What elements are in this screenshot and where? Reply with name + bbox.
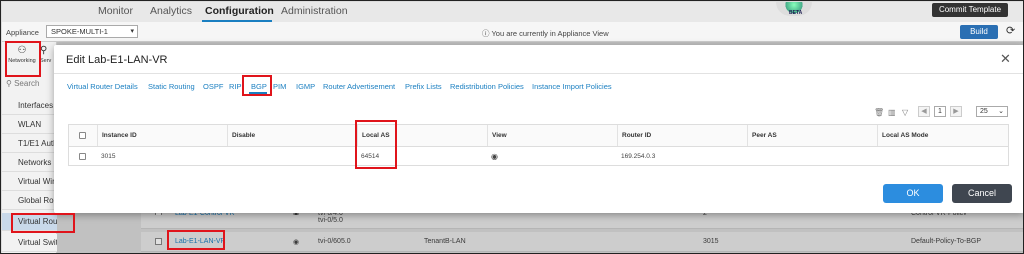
cell-peer-as	[747, 147, 877, 166]
previous-page-button[interactable]: ◀	[918, 106, 930, 117]
cancel-button[interactable]: Cancel	[952, 184, 1012, 203]
sidebar-item-virtual-wire[interactable]: Virtual Wir	[2, 173, 57, 191]
dialog-divider	[54, 73, 1023, 74]
tab-configuration[interactable]: Configuration	[205, 5, 274, 17]
highlight-local-as	[355, 120, 397, 169]
page-size-value: 25	[980, 108, 988, 115]
appliance-select[interactable]: SPOKE-MULTI-1 ▾	[46, 25, 138, 38]
cell-local-as-mode	[877, 147, 1008, 166]
highlight-networking	[5, 41, 41, 77]
tab-redistribution-policies[interactable]: Redistribution Policies	[450, 82, 524, 91]
chevron-down-icon: ⌄	[998, 108, 1004, 115]
build-button[interactable]: Build	[960, 25, 998, 39]
cell-router-id: 169.254.0.3	[621, 153, 656, 160]
next-page-button[interactable]: ▶	[950, 106, 962, 117]
row-select	[69, 147, 97, 166]
tab-analytics[interactable]: Analytics	[150, 5, 192, 17]
appliance-label: Appliance	[6, 28, 39, 37]
tab-rip[interactable]: RIP	[229, 82, 242, 91]
ok-button[interactable]: OK	[883, 184, 943, 203]
edit-virtual-router-dialog: Edit Lab-E1-LAN-VR ✕ Virtual Router Deta…	[54, 45, 1023, 213]
info-text: You are currently in Appliance View	[491, 29, 609, 38]
tab-virtual-router-details[interactable]: Virtual Router Details	[67, 82, 138, 91]
header-instance-id: Instance ID	[97, 125, 227, 146]
beta-badge: BETA	[789, 10, 803, 16]
tab-instance-import-policies[interactable]: Instance Import Policies	[532, 82, 612, 91]
dialog-title: Edit Lab-E1-LAN-VR	[66, 54, 168, 66]
highlight-virtual-routers	[11, 213, 75, 233]
header-select-all	[69, 125, 97, 146]
sidebar-item-t1e1[interactable]: T1/E1 Auth	[2, 135, 57, 153]
highlight-bgp-tab	[242, 75, 272, 96]
header-local-as-mode: Local AS Mode	[877, 125, 1008, 146]
services-label: Serv	[40, 58, 52, 64]
tab-prefix-lists[interactable]: Prefix Lists	[405, 82, 442, 91]
chevron-down-icon: ▾	[130, 28, 134, 35]
tab-router-advertisement[interactable]: Router Advertisement	[323, 82, 395, 91]
eye-icon[interactable]: ◉	[487, 147, 617, 166]
sidebar-search[interactable]: ⚲ Search	[4, 79, 56, 93]
screenshot-frame: Monitor Analytics Configuration Administ…	[0, 0, 1024, 254]
select-all-checkbox[interactable]	[79, 132, 86, 139]
columns-icon[interactable]: ▥	[888, 108, 896, 117]
current-page: 1	[934, 106, 946, 117]
header-peer-as: Peer AS	[747, 125, 877, 146]
tab-pim[interactable]: PIM	[273, 82, 286, 91]
instance-id-link[interactable]: 3015	[97, 147, 227, 166]
header-view: View	[487, 125, 617, 146]
commit-template-button[interactable]: Commit Template	[932, 3, 1008, 17]
table-row[interactable]: 3015 64514 ◉ 169.254.0.3	[69, 147, 1008, 166]
tab-igmp[interactable]: IGMP	[296, 82, 315, 91]
tab-ospf[interactable]: OSPF	[203, 82, 223, 91]
appliance-bar: Appliance SPOKE-MULTI-1 ▾ ⓘ You are curr…	[2, 22, 1023, 42]
appliance-view-info: ⓘ You are currently in Appliance View	[482, 28, 609, 39]
page-size-select[interactable]: 25 ⌄	[976, 106, 1008, 117]
header-disable: Disable	[227, 125, 357, 146]
top-navigation: Monitor Analytics Configuration Administ…	[2, 2, 1023, 22]
search-icon: ⚲	[6, 79, 15, 88]
table-header-row: Instance ID Disable Local AS View Router…	[69, 125, 1008, 147]
sidebar-item-interfaces[interactable]: Interfaces	[2, 97, 57, 115]
sidebar-item-networks[interactable]: Networks	[2, 154, 57, 172]
refresh-icon[interactable]: ⟳	[1006, 24, 1015, 37]
close-icon[interactable]: ✕	[1000, 51, 1011, 67]
sidebar-item-virtual-switches[interactable]: Virtual Switches	[2, 234, 57, 252]
filter-icon[interactable]: ▽	[902, 108, 908, 117]
tab-monitor[interactable]: Monitor	[98, 5, 133, 17]
sidebar-item-global-router[interactable]: Global Rou	[2, 192, 57, 210]
appliance-value: SPOKE-MULTI-1	[51, 27, 108, 36]
delete-icon[interactable]: 🗑	[874, 108, 884, 117]
bgp-instances-table: Instance ID Disable Local AS View Router…	[68, 124, 1009, 166]
header-router-id: Router ID	[617, 125, 747, 146]
cell-disable	[227, 147, 357, 166]
sidebar-item-wlan[interactable]: WLAN	[2, 116, 57, 134]
search-placeholder: Search	[14, 79, 40, 88]
row-checkbox[interactable]	[79, 153, 86, 160]
tab-administration[interactable]: Administration	[281, 5, 348, 17]
highlight-lan-vr-row	[167, 230, 225, 250]
tab-static-routing[interactable]: Static Routing	[148, 82, 195, 91]
